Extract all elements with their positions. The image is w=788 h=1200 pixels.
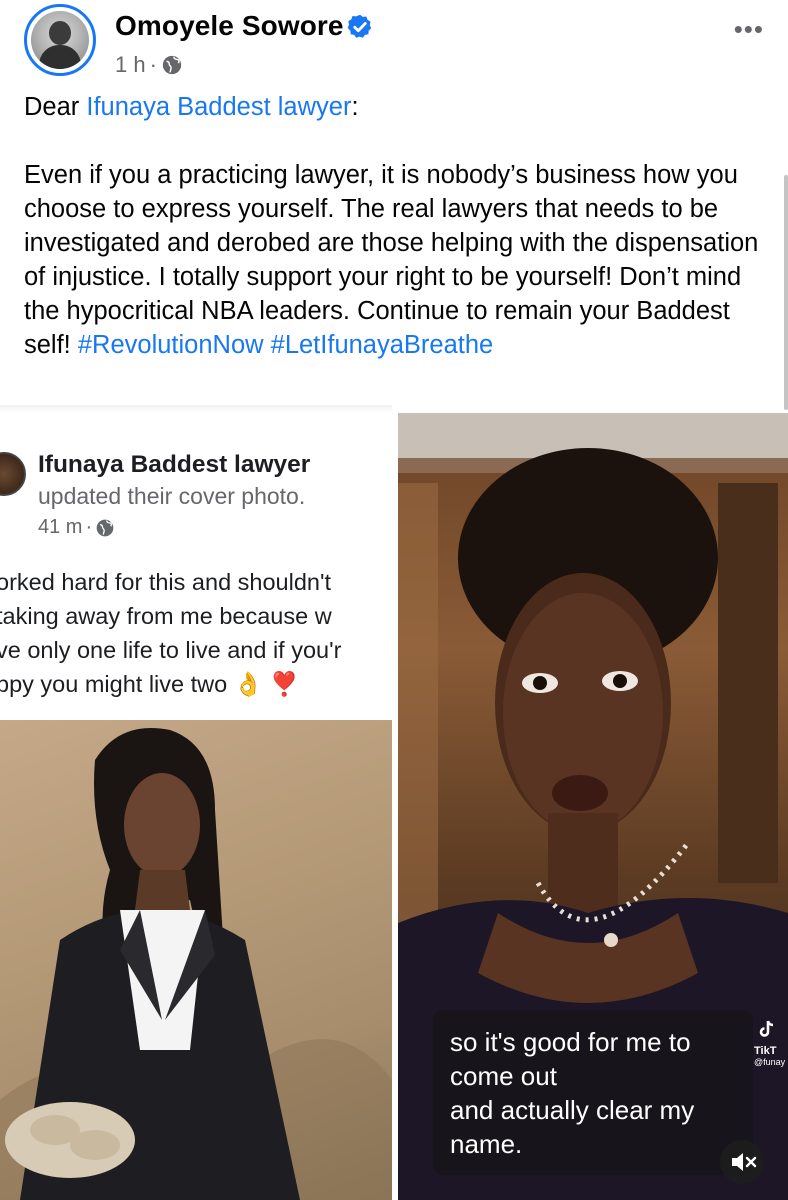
meta-separator: · [149,52,157,77]
post-time[interactable]: 1 h [115,52,146,78]
tiktok-logo-icon [759,1020,774,1037]
tiktok-watermark: TikT @funay [754,1018,788,1088]
image-top-edge [0,405,392,413]
shared-line: taking away from me because w [0,603,332,629]
avatar-photo [31,11,89,69]
speaker-muted-icon [732,1153,757,1171]
tiktok-brand: TikT [754,1045,777,1057]
shared-action: updated their cover photo. [38,483,306,509]
avatar-head-shape [49,21,71,45]
shared-line: ppy you might live two 👌 ❣️ [0,671,299,697]
mention-link[interactable]: Ifunaya Baddest lawyer [86,93,351,121]
lawyer-portrait-photo [0,720,392,1200]
globe-icon [162,55,182,75]
caption-line: and actually clear my [450,1095,695,1125]
post-greeting: Dear Ifunaya Baddest lawyer: [24,90,764,124]
author-avatar[interactable] [24,4,96,76]
shared-meta: 41 m · [38,516,115,539]
mute-button[interactable] [720,1140,764,1184]
portrait-illustration [0,728,392,1200]
author-name[interactable]: Omoyele Sowore [115,10,344,42]
caption-line: name. [450,1129,523,1159]
greeting-prefix: Dear [24,93,87,121]
shared-post-text: orked hard for this and shouldn't taking… [0,565,392,701]
more-options-icon[interactable]: ••• [734,14,764,45]
post-body-text: Even if you a practicing lawyer, it is n… [24,161,759,359]
avatar-body-shape [39,45,81,69]
caption-line: come out [450,1061,557,1091]
scrollbar[interactable] [784,175,788,410]
post-meta: 1 h · [115,52,183,78]
caption-line: so it's good for me to [450,1027,691,1057]
video-caption: so it's good for me to come out and actu… [450,1025,750,1161]
shared-time: 41 m [38,516,83,538]
shared-post-screenshot[interactable]: Ifunaya Baddest lawyer updated their cov… [0,413,392,1200]
shared-author-name: Ifunaya Baddest lawyer [38,451,311,478]
post-text: Dear Ifunaya Baddest lawyer: Even if you… [24,90,764,362]
hashtag-revolutionnow[interactable]: #RevolutionNow [78,331,264,359]
shared-meta-separator: · [85,516,93,538]
hashtag-letifunayabreathe[interactable]: #LetIfunayaBreathe [271,331,494,359]
shared-line: ve only one life to live and if you'r [0,637,342,663]
shared-line: orked hard for this and shouldn't [0,569,332,595]
greeting-suffix: : [351,93,359,121]
tiktok-user: @funay [754,1057,786,1067]
verified-badge-icon [347,14,372,38]
post-body: Even if you a practicing lawyer, it is n… [24,158,764,362]
globe-icon [96,519,114,536]
shared-avatar [0,452,26,496]
